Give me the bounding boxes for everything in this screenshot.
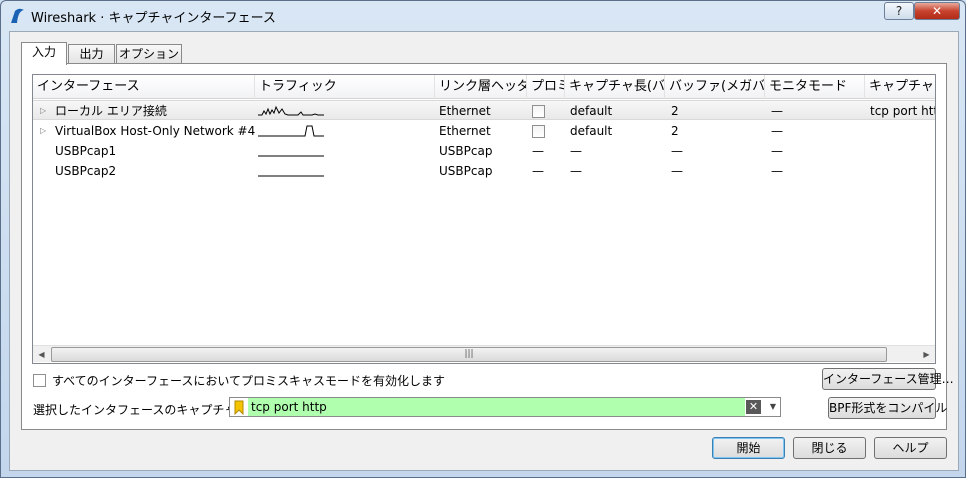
tab-options[interactable]: オプション (116, 44, 182, 64)
link-layer-value: USBPcap (439, 164, 493, 178)
column-header-interface[interactable]: インターフェース (33, 75, 255, 99)
monitor-mode-value: — (771, 144, 783, 158)
scroll-left-arrow-icon[interactable]: ◀ (33, 346, 50, 363)
promisc-checkbox[interactable] (532, 125, 545, 138)
interface-name: VirtualBox Host-Only Network #4 (55, 124, 255, 138)
column-header-promisc[interactable]: プロミ (527, 75, 565, 99)
close-window-button[interactable]: ✕ (914, 2, 960, 20)
buffer-value: — (671, 144, 683, 158)
tab-output[interactable]: 出力 (68, 44, 115, 64)
table-row[interactable]: ▷ ローカル エリア接続 Ethernet default 2 — tcp po… (33, 100, 935, 121)
capture-filter-input[interactable]: tcp port http (248, 398, 745, 416)
interface-name: ローカル エリア接続 (55, 104, 167, 118)
traffic-sparkline (258, 105, 324, 116)
table-row[interactable]: USBPcap1 USBPcap — — — — (33, 141, 935, 161)
snaplen-value: default (570, 104, 613, 118)
clear-filter-icon[interactable]: ✕ (746, 400, 761, 414)
buffer-value: — (671, 164, 683, 178)
table-row[interactable]: USBPcap2 USBPcap — — — — (33, 161, 935, 181)
interface-table: インターフェース トラフィック リンク層ヘッダ プロミ キャプチャ長(バ· バッ… (32, 74, 936, 364)
snaplen-value: default (570, 124, 613, 138)
promisc-value: — (532, 164, 544, 178)
compile-bpf-button[interactable]: BPF形式をコンパイル (828, 397, 947, 419)
start-button[interactable]: 開始 (712, 437, 785, 459)
expand-arrow-icon[interactable]: ▷ (40, 101, 46, 121)
traffic-sparkline (258, 125, 324, 137)
link-layer-value: USBPcap (439, 144, 493, 158)
traffic-sparkline (258, 175, 324, 177)
monitor-mode-value: — (771, 164, 783, 178)
tab-input[interactable]: 入力 (21, 42, 67, 65)
monitor-mode-value: — (771, 104, 783, 118)
window-title: Wireshark · キャプチャインターフェース (31, 11, 276, 26)
horizontal-scrollbar[interactable]: ◀ ||| ▶ (33, 345, 935, 362)
promisc-all-label: すべてのインターフェースにおいてプロミスキャスモードを有効化します (52, 374, 446, 388)
bookmark-icon[interactable] (232, 400, 246, 415)
table-header: インターフェース トラフィック リンク層ヘッダ プロミ キャプチャ長(バ· バッ… (33, 75, 935, 99)
capture-filter-combo[interactable]: tcp port http ✕ ▼ (229, 397, 781, 417)
capture-filter-value: tcp port http (870, 104, 935, 118)
column-header-link-layer[interactable]: リンク層ヘッダ (435, 75, 527, 99)
monitor-mode-value: — (771, 124, 783, 138)
column-header-monitor-mode[interactable]: モニタモード (765, 75, 865, 99)
buffer-value: 2 (671, 104, 679, 118)
wireshark-fin-icon (11, 8, 24, 23)
traffic-sparkline (258, 155, 324, 157)
column-header-capture-filter[interactable]: キャプチャフ (865, 75, 935, 99)
promisc-value: — (532, 144, 544, 158)
link-layer-value: Ethernet (439, 104, 491, 118)
help-title-button[interactable]: ? (884, 2, 914, 20)
column-header-buffer[interactable]: バッファ(メガバ· (665, 75, 765, 99)
scroll-right-arrow-icon[interactable]: ▶ (918, 346, 935, 363)
manage-interfaces-button[interactable]: インターフェース管理… (822, 368, 954, 390)
input-tab-panel: インターフェース トラフィック リンク層ヘッダ プロミ キャプチャ長(バ· バッ… (21, 63, 954, 430)
column-header-traffic[interactable]: トラフィック (255, 75, 435, 99)
buffer-value: 2 (671, 124, 679, 138)
snaplen-value: — (570, 144, 582, 158)
interface-name: USBPcap1 (55, 144, 117, 158)
close-button[interactable]: 閉じる (793, 437, 866, 459)
table-row[interactable]: ▷ VirtualBox Host-Only Network #4 Ethern… (33, 121, 935, 141)
link-layer-value: Ethernet (439, 124, 491, 138)
title-bar: Wireshark · キャプチャインターフェース ? ✕ (1, 1, 965, 29)
chevron-down-icon[interactable]: ▼ (766, 398, 780, 416)
help-button[interactable]: ヘルプ (874, 437, 947, 459)
snaplen-value: — (570, 164, 582, 178)
promisc-all-checkbox[interactable] (33, 374, 46, 387)
interface-name: USBPcap2 (55, 164, 117, 178)
capture-interfaces-dialog: Wireshark · キャプチャインターフェース ? ✕ 入力 出力 オプショ… (0, 0, 966, 478)
scrollbar-thumb[interactable]: ||| (51, 347, 887, 362)
promisc-checkbox[interactable] (532, 105, 545, 118)
column-header-snaplen[interactable]: キャプチャ長(バ· (565, 75, 665, 99)
dialog-body: 入力 出力 オプション インターフェース トラフィック リンク層ヘッダ プロミ … (9, 31, 959, 471)
expand-arrow-icon[interactable]: ▷ (40, 121, 46, 141)
